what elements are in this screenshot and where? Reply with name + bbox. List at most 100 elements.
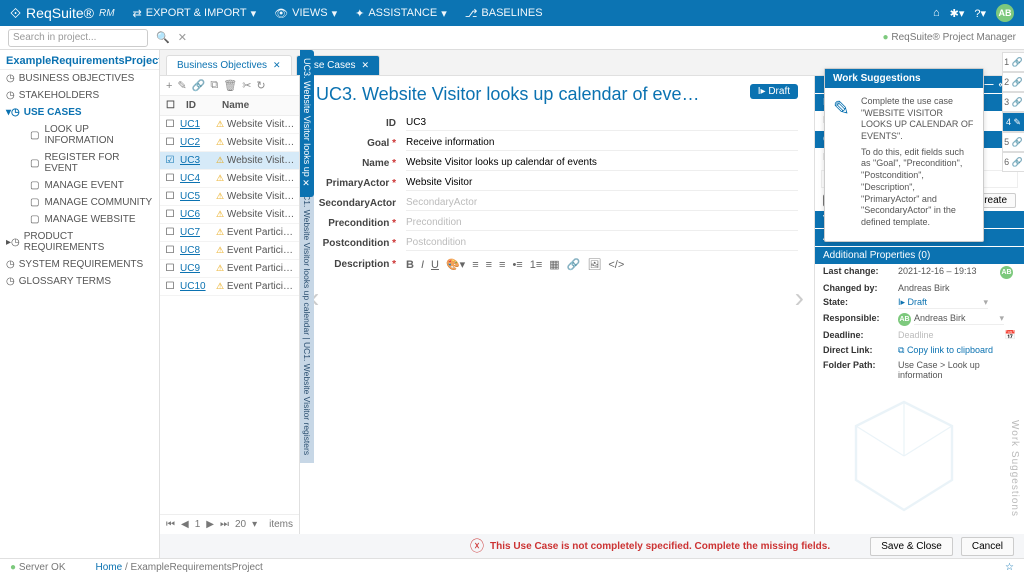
field-goal[interactable] (406, 135, 798, 151)
copy-link[interactable]: ⧉ Copy link to clipboard (898, 345, 1016, 356)
copy-icon[interactable]: ⧉ (210, 79, 218, 92)
field-primary-actor[interactable] (406, 175, 798, 191)
side-label[interactable]: Work Suggestions (1009, 420, 1020, 517)
project-title[interactable]: ExampleRequirementsProject (6, 55, 160, 67)
star-icon[interactable]: ☆ (1005, 562, 1014, 573)
code-icon[interactable]: </> (608, 259, 624, 271)
vertical-tab-other[interactable]: UC1. Website Visitor looks up calendar |… (300, 180, 314, 463)
breadcrumb-home[interactable]: Home (96, 562, 123, 573)
col-id[interactable]: ID (180, 96, 216, 115)
next-icon[interactable]: ▶ (206, 519, 214, 530)
minimize-icon[interactable]: — (984, 79, 993, 90)
table-row[interactable]: ☐UC2⚠ Website Visitor loo (160, 134, 299, 152)
close-icon[interactable]: ✕ (362, 60, 370, 71)
brand-logo[interactable]: ⟐ ReqSuite® RM (10, 5, 115, 22)
table-row[interactable]: ☐UC7⚠ Event Participant lo (160, 224, 299, 242)
table-row[interactable]: ☐UC9⚠ Event Participant co (160, 260, 299, 278)
field-secondary-actor[interactable] (406, 195, 798, 211)
clear-icon[interactable]: ✕ (178, 31, 187, 44)
add-icon[interactable]: + (166, 80, 172, 92)
menu-views[interactable]: 👁 VIEWS ▾ (274, 7, 337, 20)
settings-icon[interactable]: ✱▾ (950, 7, 965, 20)
align-center-icon[interactable]: ≡ (486, 259, 492, 271)
table-row[interactable]: ☐UC10⚠ Event Participant d (160, 278, 299, 296)
menu-export-import[interactable]: ⇄ EXPORT & IMPORT ▾ (133, 7, 257, 20)
list-ul-icon[interactable]: •≡ (512, 259, 522, 271)
state-badge[interactable]: I▸ Draft (750, 84, 798, 99)
help-icon[interactable]: ?▾ (974, 7, 986, 20)
tree-uc-child[interactable]: ▢ MANAGE COMMUNITY (0, 194, 159, 211)
popover-head: Work Suggestions (825, 69, 983, 88)
table-row[interactable]: ☐UC5⚠ Website Visitor loo (160, 188, 299, 206)
menu-baselines[interactable]: ⎇ BASELINES (465, 7, 543, 20)
tree-product-req[interactable]: ▸◷ PRODUCT REQUIREMENTS (0, 228, 159, 256)
save-close-button[interactable]: Save & Close (870, 537, 953, 556)
vertical-tab-current[interactable]: UC3. Website Visitor looks up ✕ (300, 50, 314, 197)
color-icon[interactable]: 🎨▾ (446, 258, 465, 271)
align-right-icon[interactable]: ≡ (499, 259, 505, 271)
work-suggestions-popover: Work Suggestions ✎ Complete the use case… (824, 68, 984, 242)
tab-business-objectives[interactable]: Business Objectives✕ (166, 55, 292, 75)
sidetab-3[interactable]: 3 🔗 (1002, 92, 1024, 112)
tree-stakeholders[interactable]: ◷ STAKEHOLDERS (0, 87, 159, 104)
field-postcondition[interactable] (406, 235, 798, 251)
pencil-icon: ✎ (833, 96, 853, 233)
field-id (406, 115, 798, 131)
server-status: Server OK (19, 562, 66, 573)
cut-icon[interactable]: ✂ (242, 79, 251, 92)
sec-addprops[interactable]: Additional Properties (0) (815, 247, 1024, 264)
sidetab-6[interactable]: 6 🔗 (1002, 152, 1024, 172)
table-row[interactable]: ☐UC6⚠ Website Visitor req (160, 206, 299, 224)
italic-icon[interactable]: I (421, 259, 424, 271)
role-label: ReqSuite® Project Manager (891, 32, 1016, 43)
link-icon[interactable]: 🔗 (567, 258, 581, 271)
user-avatar[interactable]: AB (996, 4, 1014, 22)
page-num: 1 (195, 519, 201, 530)
tree-business-objectives[interactable]: ◷ BUSINESS OBJECTIVES (0, 70, 159, 87)
sidetab-2[interactable]: 2 🔗 (1002, 72, 1024, 92)
cancel-button[interactable]: Cancel (961, 537, 1014, 556)
search-icon[interactable]: 🔍 (156, 31, 170, 44)
link-icon[interactable]: 🔗 (192, 79, 206, 92)
field-name[interactable] (406, 155, 798, 171)
table-row[interactable]: ☐UC1⚠ Website Visitor loo (160, 116, 299, 134)
table-icon[interactable]: ▦ (549, 258, 559, 271)
search-input[interactable]: Search in project... (8, 29, 148, 47)
tree-system-req[interactable]: ◷ SYSTEM REQUIREMENTS (0, 256, 159, 273)
tree-uc-child[interactable]: ▢ MANAGE WEBSITE (0, 211, 159, 228)
first-icon[interactable]: ⏮ (166, 519, 175, 530)
breadcrumb-path: ExampleRequirementsProject (131, 562, 263, 573)
align-left-icon[interactable]: ≡ (472, 259, 478, 271)
validation-msg: This Use Case is not completely specifie… (490, 541, 830, 552)
tree-uc-child[interactable]: ▢ REGISTER FOR EVENT (0, 149, 159, 177)
image-icon[interactable]: 🖼 (587, 258, 601, 271)
tree-uc-child[interactable]: ▢ MANAGE EVENT (0, 177, 159, 194)
sidetab-1[interactable]: 1 🔗 (1002, 52, 1024, 72)
col-name[interactable]: Name (216, 96, 299, 115)
table-row[interactable]: ☑UC3⚠ Website Visitor look (160, 152, 299, 170)
table-row[interactable]: ☐UC4⚠ Website Visitor loo (160, 170, 299, 188)
next-item-icon[interactable]: › (795, 282, 804, 314)
sidetab-4[interactable]: 4 ✎ (1002, 112, 1024, 132)
refresh-icon[interactable]: ↻ (256, 79, 265, 92)
detail-title: UC3. Website Visitor looks up calendar o… (316, 84, 798, 105)
list-ol-icon[interactable]: 1≡ (530, 259, 543, 271)
underline-icon[interactable]: U (431, 259, 439, 271)
menu-assistance[interactable]: ✦ ASSISTANCE ▾ (355, 7, 447, 20)
rpp[interactable]: 20 (235, 519, 246, 530)
last-icon[interactable]: ⏭ (220, 519, 229, 530)
home-icon[interactable]: ⌂ (933, 7, 940, 19)
calendar-icon[interactable]: 📅 (1005, 330, 1016, 341)
table-row[interactable]: ☐UC8⚠ Event Participant lo (160, 242, 299, 260)
sidetab-5[interactable]: 5 🔗 (1002, 132, 1024, 152)
delete-icon[interactable]: 🗑 (223, 79, 237, 92)
error-icon: ⓧ (470, 536, 484, 556)
field-precondition[interactable] (406, 215, 798, 231)
tree-uc-child[interactable]: ▢ LOOK UP INFORMATION (0, 121, 159, 149)
prev-icon[interactable]: ◀ (181, 519, 189, 530)
tree-glossary[interactable]: ◷ GLOSSARY TERMS (0, 273, 159, 290)
close-icon[interactable]: ✕ (273, 60, 281, 71)
bold-icon[interactable]: B (406, 259, 414, 271)
tree-use-cases[interactable]: ▾◷ USE CASES (0, 104, 159, 121)
edit-icon[interactable]: ✎ (177, 79, 186, 92)
